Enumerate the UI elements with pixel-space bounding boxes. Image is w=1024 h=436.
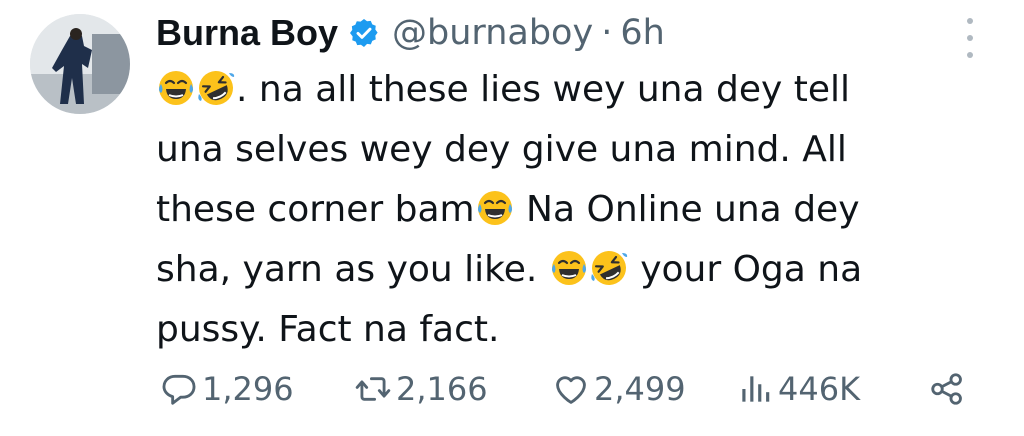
views-count: 446K: [778, 370, 861, 408]
reply-button[interactable]: 1,296: [160, 364, 294, 414]
tears-of-joy-emoji-icon: [475, 187, 515, 227]
tweet-header: Burna Boy @burnaboy · 6h: [156, 10, 665, 56]
share-icon: [928, 370, 966, 408]
tweet-text-line: sha, yarn as you like. your Oga na: [156, 240, 946, 300]
timestamp[interactable]: 6h: [620, 13, 664, 53]
like-button[interactable]: 2,499: [552, 364, 686, 414]
tweet-text-segment: pussy. Fact na fact.: [156, 309, 500, 350]
views-button[interactable]: 446K: [736, 364, 860, 414]
views-icon: [736, 370, 774, 408]
retweet-count: 2,166: [396, 370, 488, 408]
tears-of-joy-emoji-icon: [156, 67, 196, 107]
author-name[interactable]: Burna Boy: [156, 12, 338, 54]
tweet-text-segment: una selves wey dey give una mind. All: [156, 129, 847, 170]
reply-count: 1,296: [202, 370, 294, 408]
tweet[interactable]: Burna Boy @burnaboy · 6h . na all these …: [0, 0, 1024, 436]
reply-icon: [160, 370, 198, 408]
tweet-text-segment: Na Online una dey: [514, 189, 860, 230]
rolling-laughing-emoji-icon: [196, 67, 236, 107]
tweet-text: . na all these lies wey una dey tell una …: [156, 60, 946, 360]
tears-of-joy-emoji-icon: [549, 247, 589, 287]
verified-icon: [348, 17, 380, 49]
tweet-text-line: these corner bam Na Online una dey: [156, 180, 946, 240]
tweet-text-line: una selves wey dey give una mind. All: [156, 120, 946, 180]
rolling-laughing-emoji-icon: [589, 247, 629, 287]
more-icon[interactable]: [960, 18, 980, 58]
tweet-text-segment: . na all these lies wey una dey tell: [236, 69, 850, 110]
action-bar: 1,296 2,166 2,499 446K: [160, 364, 980, 414]
tweet-text-segment: your Oga na: [628, 249, 863, 290]
share-button[interactable]: [928, 364, 966, 414]
tweet-text-segment: these corner bam: [156, 189, 475, 230]
retweet-button[interactable]: 2,166: [354, 364, 488, 414]
tweet-text-segment: sha, yarn as you like.: [156, 249, 549, 290]
tweet-text-line: . na all these lies wey una dey tell: [156, 60, 946, 120]
separator-dot: ·: [601, 13, 613, 53]
avatar[interactable]: [30, 14, 130, 114]
heart-icon: [552, 370, 590, 408]
like-count: 2,499: [594, 370, 686, 408]
retweet-icon: [354, 370, 392, 408]
tweet-text-line: pussy. Fact na fact.: [156, 300, 946, 360]
author-handle[interactable]: @burnaboy: [392, 13, 593, 53]
